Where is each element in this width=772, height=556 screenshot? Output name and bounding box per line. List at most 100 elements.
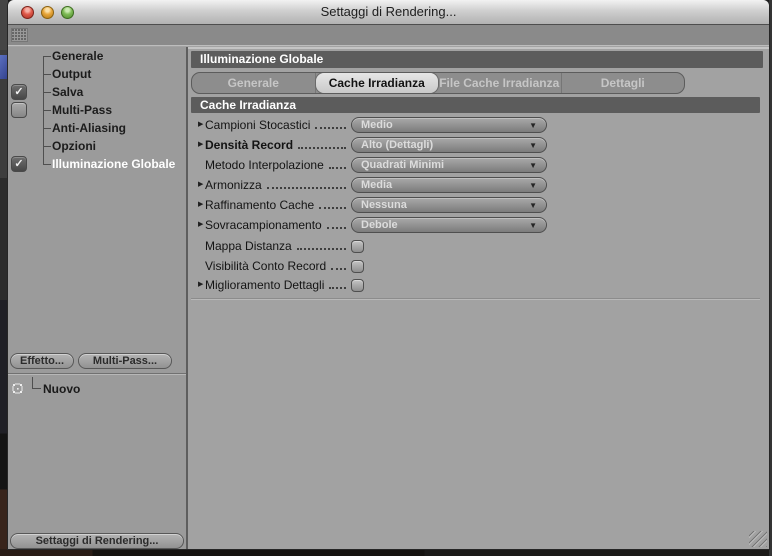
multi-pass-enable-checkbox[interactable] xyxy=(11,102,27,118)
desktop-cube-fragment xyxy=(0,55,8,79)
dropdown-value: Nessuna xyxy=(361,199,407,211)
panel-header: Illuminazione Globale xyxy=(191,51,763,68)
panel-divider-highlight xyxy=(191,299,760,300)
dropdown-value: Alto (Dettagli) xyxy=(361,139,434,151)
dotted-leader xyxy=(331,267,346,270)
expand-arrow-icon[interactable]: ▶ xyxy=(198,281,203,289)
dotted-leader xyxy=(296,247,346,250)
param-label: Campioni Stocastici xyxy=(205,118,311,132)
sidebar-item-label: Salva xyxy=(52,85,84,99)
dropdown-arrow-icon: ▼ xyxy=(529,141,537,150)
check-icon: ✓ xyxy=(14,158,24,170)
param-row-visibilita-conto-record: Visibilità Conto Record xyxy=(199,258,759,274)
param-row-raffinamento-cache: ▶ Raffinamento Cache Nessuna ▼ xyxy=(198,197,759,213)
multi-pass-button[interactable]: Multi-Pass... xyxy=(78,353,172,369)
tab-strip: Generale Cache Irradianza File Cache Irr… xyxy=(191,72,685,94)
sidebar-item-opzioni[interactable]: Opzioni xyxy=(43,137,96,155)
sidebar-item-multi-pass[interactable]: Multi-Pass xyxy=(43,101,112,119)
param-label: Raffinamento Cache xyxy=(205,198,315,212)
sidebar-item-illuminazione-globale[interactable]: Illuminazione Globale xyxy=(43,155,175,173)
dotted-leader xyxy=(329,286,346,289)
settaggi-di-rendering-button[interactable]: Settaggi di Rendering... xyxy=(10,533,184,549)
tree-branch xyxy=(43,91,51,93)
tree-branch xyxy=(43,163,51,165)
miglioramento-dettagli-checkbox[interactable] xyxy=(351,278,364,292)
param-label: Visibilità Conto Record xyxy=(205,259,327,273)
densita-record-dropdown[interactable]: Alto (Dettagli) ▼ xyxy=(351,137,547,153)
tab-cache-irradianza[interactable]: Cache Irradianza xyxy=(315,73,438,93)
tab-dettagli[interactable]: Dettagli xyxy=(562,73,685,93)
metodo-interpolazione-dropdown[interactable]: Quadrati Minimi ▼ xyxy=(351,157,547,173)
render-setting-icon xyxy=(12,383,23,394)
dotted-leader xyxy=(326,226,346,229)
desktop-background-bottom xyxy=(0,549,772,556)
tree-branch xyxy=(43,127,51,129)
expand-arrow-icon[interactable]: ▶ xyxy=(198,141,203,149)
check-icon: ✓ xyxy=(14,86,24,98)
dotted-leader xyxy=(266,186,346,189)
sidebar-item-label: Generale xyxy=(52,49,104,63)
tree-branch xyxy=(43,109,51,111)
dropdown-value: Quadrati Minimi xyxy=(361,159,445,171)
window-title: Settaggi di Rendering... xyxy=(320,4,457,19)
salva-enable-checkbox[interactable]: ✓ xyxy=(11,84,27,100)
param-label: Sovracampionamento xyxy=(205,218,322,232)
param-row-metodo-interpolazione: Metodo Interpolazione Quadrati Minimi ▼ xyxy=(199,157,759,173)
expand-arrow-icon[interactable]: ▶ xyxy=(198,201,203,209)
tree-branch xyxy=(43,145,51,147)
settings-sidebar: Generale Output Salva Multi-Pass Anti-Al… xyxy=(8,47,186,549)
dotted-leader xyxy=(328,166,346,169)
dropdown-arrow-icon: ▼ xyxy=(529,161,537,170)
dropdown-arrow-icon: ▼ xyxy=(529,201,537,210)
param-row-densita-record: ▶ Densità Record Alto (Dettagli) ▼ xyxy=(198,137,759,153)
sidebar-item-generale[interactable]: Generale xyxy=(43,47,103,65)
param-row-mappa-distanza: Mappa Distanza xyxy=(199,238,759,254)
section-header: Cache Irradianza xyxy=(191,97,760,113)
visibilita-conto-record-checkbox[interactable] xyxy=(351,259,364,273)
tree-branch xyxy=(43,55,51,57)
param-row-campioni-stocastici: ▶ Campioni Stocastici Medio ▼ xyxy=(198,117,759,133)
expand-arrow-icon[interactable]: ▶ xyxy=(198,121,203,129)
param-row-miglioramento-dettagli: ▶ Miglioramento Dettagli xyxy=(198,277,759,293)
effetto-button[interactable]: Effetto... xyxy=(10,353,74,369)
illuminazione-globale-enable-checkbox[interactable]: ✓ xyxy=(11,156,27,172)
render-setting-item-nuovo[interactable]: Nuovo xyxy=(43,382,80,396)
param-label: Metodo Interpolazione xyxy=(205,158,324,172)
sidebar-item-output[interactable]: Output xyxy=(43,65,91,83)
dotted-leader xyxy=(298,146,346,149)
dotted-leader xyxy=(315,126,346,129)
sovracampionamento-dropdown[interactable]: Debole ▼ xyxy=(351,217,547,233)
render-settings-window: Settaggi di Rendering... Generale Output… xyxy=(8,0,769,549)
raffinamento-cache-dropdown[interactable]: Nessuna ▼ xyxy=(351,197,547,213)
param-label: Densità Record xyxy=(205,138,294,152)
dropdown-value: Debole xyxy=(361,219,398,231)
param-label: Mappa Distanza xyxy=(205,239,292,253)
sidebar-divider-highlight xyxy=(8,374,186,375)
dropdown-value: Media xyxy=(361,179,393,191)
sidebar-item-salva[interactable]: Salva xyxy=(43,83,83,101)
resize-grip[interactable] xyxy=(749,531,767,547)
toolbar xyxy=(8,25,769,46)
panel-top-highlight xyxy=(188,47,769,49)
dotted-leader xyxy=(319,206,346,209)
tab-file-cache-irradianza[interactable]: File Cache Irradianza xyxy=(438,73,562,93)
param-row-armonizza: ▶ Armonizza Media ▼ xyxy=(198,177,759,193)
dropdown-arrow-icon: ▼ xyxy=(529,221,537,230)
tree-connector xyxy=(32,388,41,389)
drag-grip-icon[interactable] xyxy=(11,28,28,42)
sidebar-item-label: Output xyxy=(52,67,92,81)
sidebar-item-anti-aliasing[interactable]: Anti-Aliasing xyxy=(43,119,126,137)
title-bar[interactable]: Settaggi di Rendering... xyxy=(8,0,769,25)
mappa-distanza-checkbox[interactable] xyxy=(351,239,364,253)
dropdown-value: Medio xyxy=(361,119,393,131)
armonizza-dropdown[interactable]: Media ▼ xyxy=(351,177,547,193)
param-row-sovracampionamento: ▶ Sovracampionamento Debole ▼ xyxy=(198,217,759,233)
campioni-stocastici-dropdown[interactable]: Medio ▼ xyxy=(351,117,547,133)
expand-arrow-icon[interactable]: ▶ xyxy=(198,181,203,189)
expand-arrow-icon[interactable]: ▶ xyxy=(198,221,203,229)
main-panel: Illuminazione Globale Generale Cache Irr… xyxy=(188,47,769,549)
param-label: Armonizza xyxy=(205,178,262,192)
tab-generale[interactable]: Generale xyxy=(192,73,316,93)
dropdown-arrow-icon: ▼ xyxy=(529,121,537,130)
dropdown-arrow-icon: ▼ xyxy=(529,181,537,190)
